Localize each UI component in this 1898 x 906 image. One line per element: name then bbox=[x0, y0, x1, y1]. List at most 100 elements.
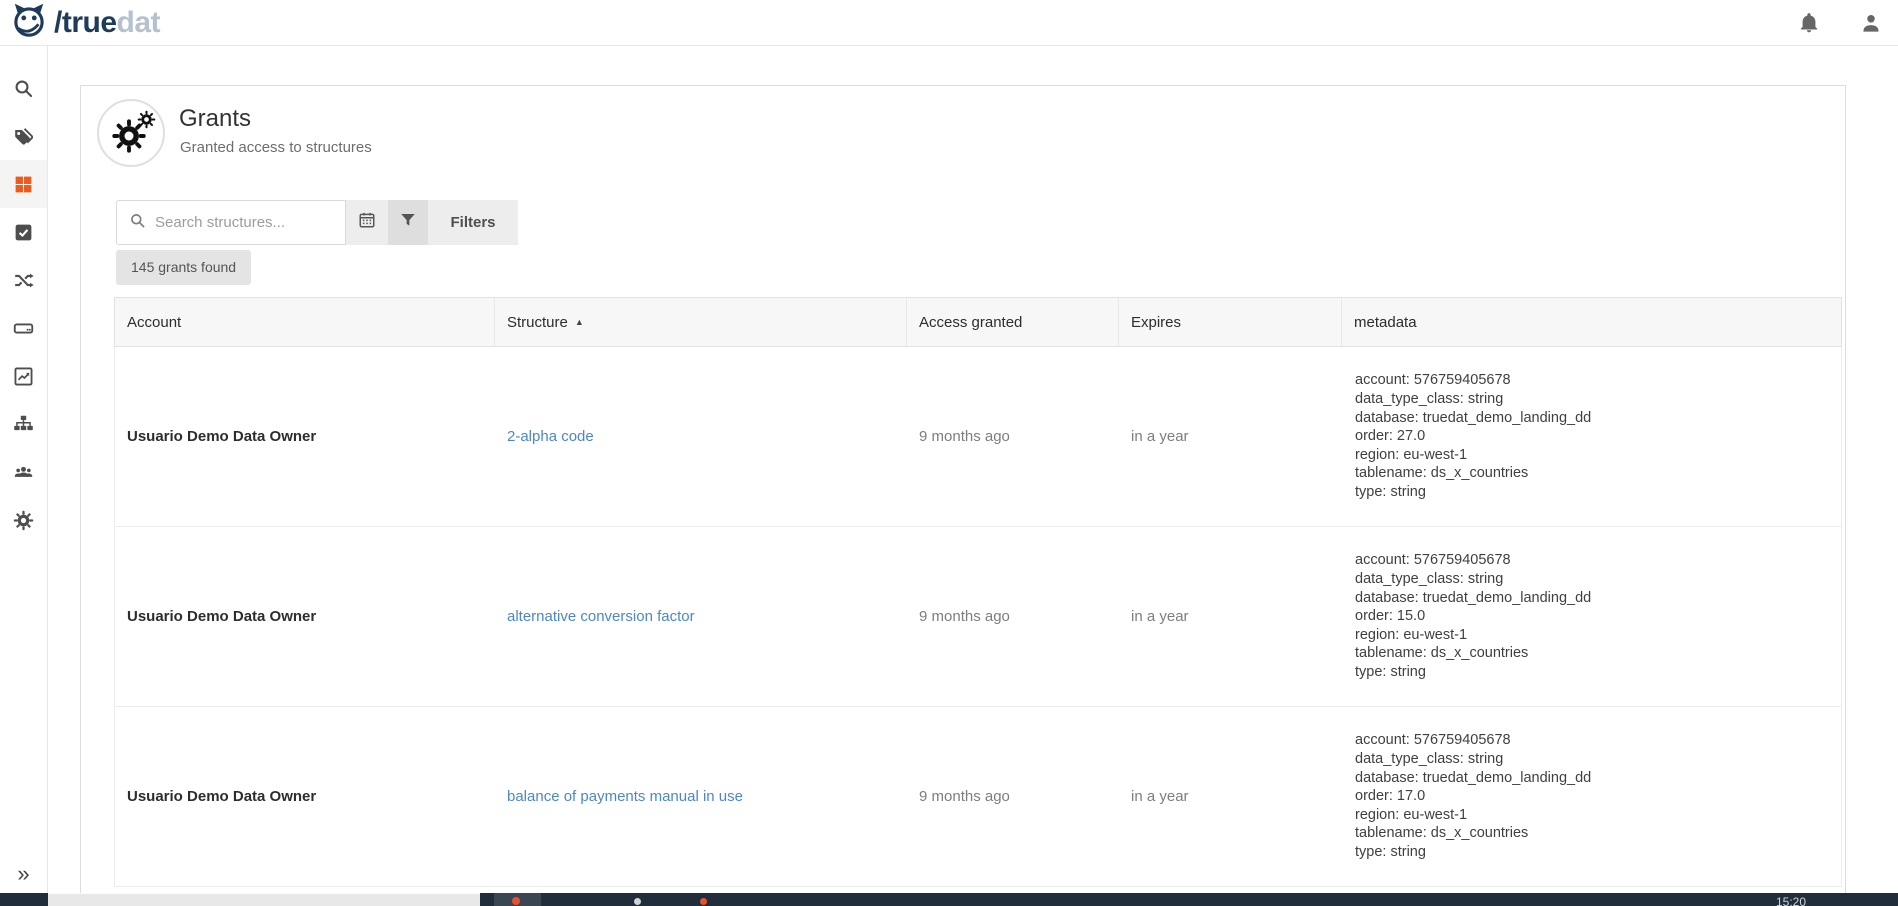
search-input[interactable] bbox=[155, 214, 335, 231]
account-cell: Usuario Demo Data Owner bbox=[115, 707, 495, 886]
page-subtitle: Granted access to structures bbox=[180, 139, 372, 156]
metadata-line: region: eu-west-1 bbox=[1355, 446, 1828, 465]
table-header: Account Structure ▲ Access granted Expires me… bbox=[114, 297, 1842, 347]
account-name: Usuario Demo Data Owner bbox=[127, 608, 316, 625]
drive-icon bbox=[13, 318, 34, 339]
metadata-line: account: 576759405678 bbox=[1355, 371, 1828, 390]
metadata-line: database: truedat_demo_landing_dd bbox=[1355, 409, 1828, 428]
sidebar-item-users[interactable] bbox=[0, 448, 47, 496]
expires-cell: in a year bbox=[1119, 347, 1342, 526]
taskbar-window-preview[interactable] bbox=[48, 893, 480, 906]
funnel-icon bbox=[399, 211, 417, 234]
taskbar-clock: 15:20 bbox=[1776, 895, 1806, 906]
metadata-line: account: 576759405678 bbox=[1355, 731, 1828, 750]
check-square-icon bbox=[13, 222, 34, 243]
taskbar-dot-orange-icon bbox=[700, 898, 707, 905]
app-window: /truedat bbox=[0, 0, 1898, 906]
metadata-line: order: 17.0 bbox=[1355, 787, 1828, 806]
sidebar-item-tags[interactable] bbox=[0, 112, 47, 160]
account-name: Usuario Demo Data Owner bbox=[127, 788, 316, 805]
metadata-line: order: 15.0 bbox=[1355, 607, 1828, 626]
results-count-badge: 145 grants found bbox=[116, 250, 251, 285]
grants-table: Account Structure ▲ Access granted Expires me… bbox=[114, 297, 1842, 887]
truedat-logo[interactable]: /truedat bbox=[0, 0, 160, 46]
search-icon bbox=[13, 78, 34, 99]
account-name: Usuario Demo Data Owner bbox=[127, 428, 316, 445]
expires-cell: in a year bbox=[1119, 527, 1342, 706]
structure-link[interactable]: alternative conversion factor bbox=[507, 608, 695, 625]
shuffle-icon bbox=[13, 270, 34, 291]
grid-icon bbox=[13, 174, 34, 195]
column-label: metadata bbox=[1354, 314, 1417, 331]
sidebar-collapse-button[interactable]: » bbox=[0, 863, 47, 885]
sidebar-item-check-square[interactable] bbox=[0, 208, 47, 256]
gear-small-icon bbox=[137, 110, 156, 129]
table-row: Usuario Demo Data Owner alternative conv… bbox=[114, 527, 1842, 707]
filter-toggle-button[interactable] bbox=[388, 200, 428, 245]
grants-card: Grants Granted access to structures bbox=[80, 85, 1846, 893]
metadata-line: tablename: ds_x_countries bbox=[1355, 464, 1828, 483]
sidebar-item-search[interactable] bbox=[0, 64, 47, 112]
sidebar-item-sitemap[interactable] bbox=[0, 400, 47, 448]
table-row: Usuario Demo Data Owner 2-alpha code 9 m… bbox=[114, 347, 1842, 527]
column-header-access[interactable]: Access granted bbox=[907, 298, 1119, 346]
table-row: Usuario Demo Data Owner balance of payme… bbox=[114, 707, 1842, 887]
account-cell: Usuario Demo Data Owner bbox=[115, 527, 495, 706]
column-header-metadata[interactable]: metadata bbox=[1342, 298, 1841, 346]
column-header-expires[interactable]: Expires bbox=[1119, 298, 1342, 346]
sidebar-item-shuffle[interactable] bbox=[0, 256, 47, 304]
tags-icon bbox=[13, 126, 34, 147]
sidebar-item-drive[interactable] bbox=[0, 304, 47, 352]
logo-text-light: dat bbox=[117, 6, 161, 39]
column-label: Account bbox=[127, 314, 181, 331]
metadata-line: type: string bbox=[1355, 483, 1828, 502]
metadata-line: data_type_class: string bbox=[1355, 570, 1828, 589]
metadata-line: type: string bbox=[1355, 843, 1828, 862]
structure-cell: balance of payments manual in use bbox=[495, 707, 907, 886]
column-header-structure[interactable]: Structure ▲ bbox=[495, 298, 907, 346]
access-granted-cell: 9 months ago bbox=[907, 707, 1119, 886]
metadata-line: region: eu-west-1 bbox=[1355, 806, 1828, 825]
sidebar-item-settings[interactable] bbox=[0, 496, 47, 544]
expires-value: in a year bbox=[1131, 428, 1189, 445]
toolbar: Filters bbox=[116, 200, 518, 245]
column-label: Structure bbox=[507, 314, 568, 331]
users-icon bbox=[13, 462, 34, 483]
top-bar: /truedat bbox=[0, 0, 1898, 46]
column-label: Access granted bbox=[919, 314, 1022, 331]
structure-link[interactable]: 2-alpha code bbox=[507, 428, 594, 445]
metadata-line: database: truedat_demo_landing_dd bbox=[1355, 769, 1828, 788]
access-granted-value: 9 months ago bbox=[919, 788, 1010, 805]
column-label: Expires bbox=[1131, 314, 1181, 331]
app-dot-icon bbox=[512, 897, 520, 905]
filters-button[interactable]: Filters bbox=[428, 200, 518, 245]
structure-cell: alternative conversion factor bbox=[495, 527, 907, 706]
user-account-icon[interactable] bbox=[1860, 12, 1882, 34]
logo-text: /truedat bbox=[54, 8, 160, 38]
sort-asc-icon: ▲ bbox=[575, 317, 584, 327]
search-icon bbox=[129, 212, 146, 234]
account-cell: Usuario Demo Data Owner bbox=[115, 347, 495, 526]
column-header-account[interactable]: Account bbox=[115, 298, 495, 346]
metadata-line: data_type_class: string bbox=[1355, 390, 1828, 409]
os-taskbar: 15:20 bbox=[0, 893, 1898, 906]
taskbar-app-icon[interactable] bbox=[494, 893, 541, 906]
gear-icon bbox=[13, 510, 34, 531]
notifications-bell-icon[interactable] bbox=[1798, 12, 1820, 34]
metadata-line: data_type_class: string bbox=[1355, 750, 1828, 769]
page-title: Grants bbox=[179, 105, 251, 133]
sitemap-icon bbox=[13, 414, 34, 435]
metadata-cell: account: 576759405678data_type_class: st… bbox=[1342, 527, 1841, 706]
metadata-line: account: 576759405678 bbox=[1355, 551, 1828, 570]
search-box[interactable] bbox=[116, 200, 346, 245]
chart-line-icon bbox=[13, 366, 34, 387]
expires-value: in a year bbox=[1131, 608, 1189, 625]
taskbar-dot-icon bbox=[634, 898, 641, 905]
metadata-line: order: 27.0 bbox=[1355, 427, 1828, 446]
date-range-button[interactable] bbox=[346, 200, 388, 245]
sidebar-item-chart-line[interactable] bbox=[0, 352, 47, 400]
metadata-line: database: truedat_demo_landing_dd bbox=[1355, 589, 1828, 608]
structure-link[interactable]: balance of payments manual in use bbox=[507, 788, 743, 805]
table-body: Usuario Demo Data Owner 2-alpha code 9 m… bbox=[114, 347, 1842, 887]
sidebar-item-grid[interactable] bbox=[0, 160, 47, 208]
